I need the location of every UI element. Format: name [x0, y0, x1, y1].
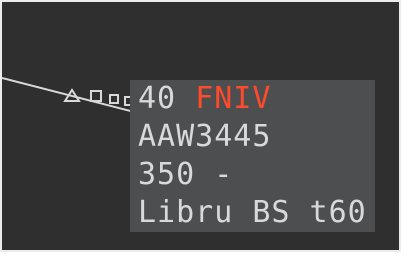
history-dot-icon [90, 90, 102, 102]
route-info: Libru BS t60 [138, 195, 367, 230]
leader-line [2, 77, 143, 115]
alert-code: FNIV [195, 81, 272, 116]
flight-level: 350 - [138, 157, 234, 192]
altitude-value: 40 [138, 81, 177, 116]
callsign[interactable]: AAW3445 [138, 120, 271, 154]
history-dot-icon [109, 94, 119, 104]
label-line-1: 40 FNIV [138, 82, 271, 116]
radar-display: 40 FNIV AAW3445 350 - Libru BS t60 [0, 0, 401, 252]
